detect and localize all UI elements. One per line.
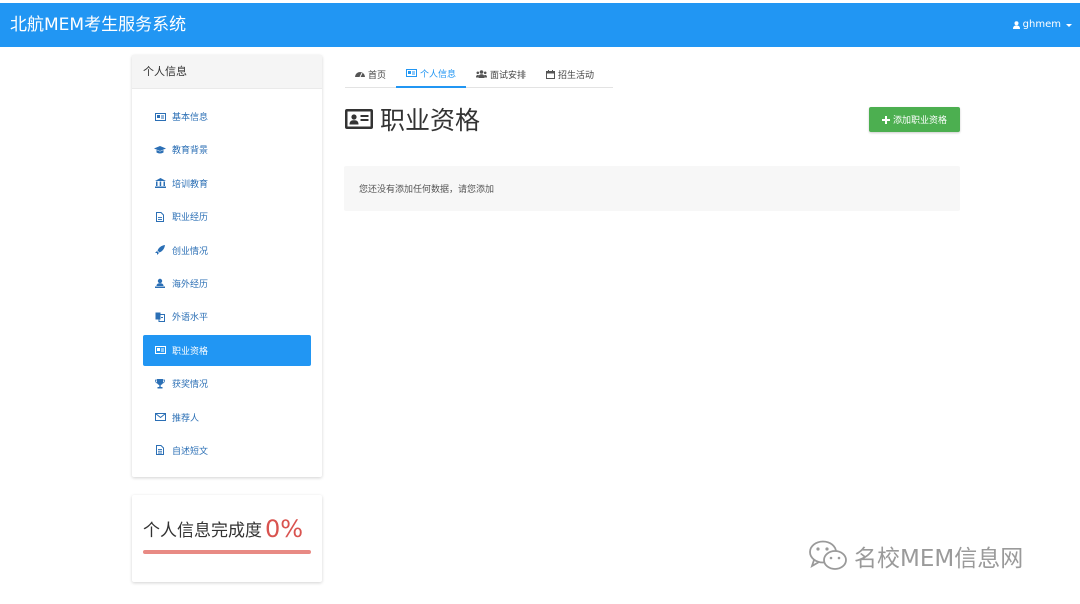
empty-state: 您还没有添加任何数据，请您添加	[344, 166, 960, 211]
tab-label: 招生活动	[558, 70, 595, 81]
top-tabs: 首页 个人信息 面试安排 招生活动	[345, 60, 613, 88]
add-button-label: 添加职业资格	[892, 116, 947, 126]
language-icon	[154, 311, 166, 323]
wechat-icon	[809, 540, 847, 570]
tab-label: 个人信息	[420, 69, 457, 80]
completion-progress-bar	[143, 550, 311, 554]
sidebar-item-startup[interactable]: 创业情况	[143, 235, 311, 266]
sidebar-item-career[interactable]: 职业经历	[143, 201, 311, 232]
user-icon	[1012, 21, 1020, 29]
sidebar-item-qualification[interactable]: 职业资格	[143, 334, 311, 366]
travel-icon	[154, 277, 166, 289]
sidebar-list: 基本信息 教育背景 培训教育 职业经历 创业情况 海外经历 外语水平 职业资格	[143, 101, 311, 468]
id-card-icon	[154, 111, 166, 123]
tab-label: 首页	[368, 70, 387, 81]
empty-message: 您还没有添加任何数据，请您添加	[359, 185, 495, 195]
institution-icon	[154, 177, 166, 189]
sidebar-item-label: 职业资格	[172, 346, 209, 357]
user-menu[interactable]: ghmem	[1012, 18, 1072, 32]
sidebar-item-label: 培训教育	[172, 179, 209, 190]
file-text-icon	[154, 444, 166, 456]
sidebar-item-referee[interactable]: 推荐人	[143, 402, 311, 433]
sidebar-item-label: 职业经历	[172, 213, 209, 224]
sidebar-item-label: 教育背景	[172, 146, 209, 157]
sidebar-item-label: 获奖情况	[172, 380, 209, 391]
dashboard-icon	[355, 70, 365, 78]
id-card-icon	[345, 109, 373, 129]
rocket-icon	[154, 244, 166, 256]
sidebar-item-label: 创业情况	[172, 246, 209, 257]
tab-home[interactable]: 首页	[345, 60, 396, 88]
sidebar-item-awards[interactable]: 获奖情况	[143, 368, 311, 399]
sidebar-item-training[interactable]: 培训教育	[143, 168, 311, 199]
sidebar-item-education[interactable]: 教育背景	[143, 134, 311, 165]
id-card-icon	[154, 344, 166, 356]
sidebar-item-overseas[interactable]: 海外经历	[143, 268, 311, 299]
document-icon	[154, 211, 166, 223]
completion-value: 0%	[265, 515, 304, 543]
add-qualification-button[interactable]: 添加职业资格	[869, 107, 960, 132]
page-title-text: 职业资格	[380, 106, 481, 135]
plus-icon	[881, 115, 890, 124]
sidebar-panel: 个人信息 基本信息 教育背景 培训教育 职业经历 创业情况 海外经历 外语水平	[132, 55, 322, 477]
username: ghmem	[1022, 19, 1061, 30]
sidebar-item-label: 外语水平	[172, 313, 209, 324]
graduation-cap-icon	[154, 144, 166, 156]
tab-personal-info[interactable]: 个人信息	[396, 60, 467, 88]
sidebar-item-label: 推荐人	[172, 413, 200, 424]
sidebar-item-statement[interactable]: 自述短文	[143, 435, 311, 466]
users-icon	[476, 70, 488, 78]
completion-label: 个人信息完成度 0%	[143, 515, 303, 543]
completion-panel: 个人信息完成度 0%	[132, 495, 322, 582]
tab-events[interactable]: 招生活动	[536, 60, 604, 88]
sidebar-item-label: 自述短文	[172, 446, 209, 457]
envelope-icon	[154, 411, 166, 423]
watermark: 名校MEM信息网	[808, 538, 1023, 574]
watermark-text: 名校MEM信息网	[854, 546, 1024, 572]
trophy-icon	[154, 378, 166, 390]
chevron-down-icon	[1066, 23, 1072, 27]
app-title[interactable]: 北航MEM考生服务系统	[10, 13, 186, 37]
tab-interview[interactable]: 面试安排	[466, 60, 536, 88]
sidebar-item-label: 海外经历	[172, 279, 209, 290]
sidebar-item-basic-info[interactable]: 基本信息	[143, 101, 311, 132]
top-navbar: 北航MEM考生服务系统 ghmem	[0, 3, 1080, 47]
tab-label: 面试安排	[490, 70, 527, 81]
completion-title: 个人信息完成度	[143, 521, 262, 541]
calendar-icon	[546, 69, 556, 79]
sidebar-item-label: 基本信息	[172, 113, 209, 123]
sidebar-item-language[interactable]: 外语水平	[143, 301, 311, 332]
id-card-icon	[406, 69, 418, 77]
sidebar-heading: 个人信息	[132, 55, 322, 89]
page-title: 职业资格	[345, 102, 480, 136]
